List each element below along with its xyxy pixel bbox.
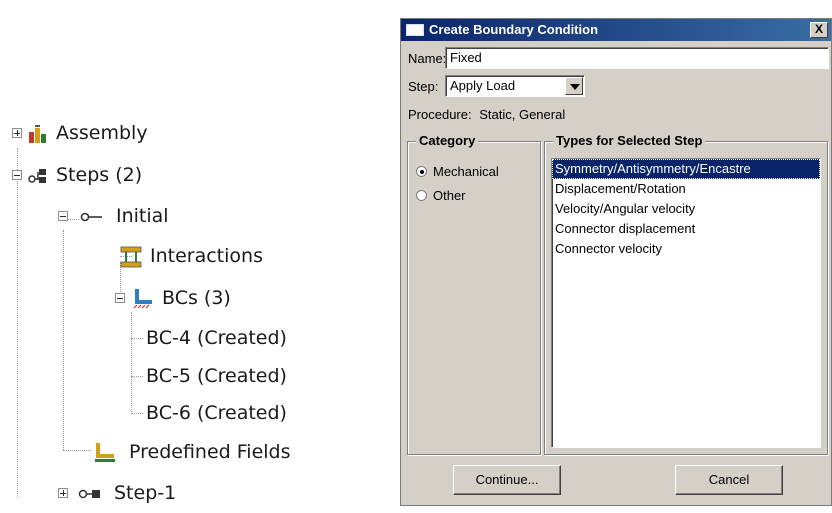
tree-line — [67, 219, 79, 220]
radio-label: Mechanical — [433, 164, 499, 179]
tree-node-step-1[interactable]: Step-1 — [78, 478, 176, 508]
expand-step1-button[interactable] — [58, 488, 68, 498]
step-icon — [78, 483, 102, 503]
tree-label: BC-5 (Created) — [146, 365, 287, 387]
dropdown-arrow-icon[interactable] — [565, 77, 583, 95]
types-title: Types for Selected Step — [553, 133, 706, 149]
tree-node-interactions[interactable]: Interactions — [120, 241, 263, 271]
tree-label: Predefined Fields — [129, 441, 291, 463]
list-item[interactable]: Symmetry/Antisymmetry/Encastre — [552, 159, 820, 179]
tree-node-bc[interactable]: BC-6 (Created) — [146, 398, 287, 428]
tree-line — [63, 230, 64, 450]
tree-label: Initial — [116, 205, 169, 227]
tree-line — [131, 338, 143, 339]
list-item[interactable]: Connector displacement — [552, 219, 820, 239]
tree-line — [131, 376, 143, 377]
types-listbox[interactable]: Symmetry/Antisymmetry/Encastre Displacem… — [551, 158, 821, 448]
tree-label: BC-4 (Created) — [146, 327, 287, 349]
tree-label: Interactions — [150, 245, 263, 267]
radio-label: Other — [433, 188, 466, 203]
predefined-fields-icon — [93, 442, 117, 462]
initial-step-icon — [80, 206, 104, 226]
category-group: Category Mechanical Other — [407, 133, 541, 455]
list-item[interactable]: Connector velocity — [552, 239, 820, 259]
radio-unselected-icon — [416, 190, 427, 201]
cancel-button[interactable]: Cancel — [675, 465, 783, 495]
procedure-value: Static, General — [479, 107, 566, 122]
tree-node-predefined-fields[interactable]: Predefined Fields — [93, 437, 291, 467]
tree-line — [131, 413, 143, 414]
collapse-bcs-button[interactable] — [115, 293, 125, 303]
create-boundary-condition-dialog: Create Boundary Condition X Name: Fixed … — [400, 18, 832, 506]
steps-icon — [28, 165, 48, 185]
tree-node-bc[interactable]: BC-5 (Created) — [146, 361, 287, 391]
model-tree: Assembly Steps (2) Initial Interactions … — [0, 0, 395, 506]
procedure-label: Procedure: Static, General — [408, 107, 566, 122]
name-input[interactable]: Fixed — [445, 47, 829, 69]
name-label: Name: — [408, 51, 447, 66]
category-other-radio[interactable]: Other — [416, 188, 466, 203]
tree-node-initial[interactable]: Initial — [80, 201, 169, 231]
types-group: Types for Selected Step Symmetry/Antisym… — [544, 133, 828, 455]
tree-label: Assembly — [56, 122, 148, 144]
category-title: Category — [416, 133, 479, 149]
tree-node-bcs[interactable]: BCs (3) — [132, 283, 231, 313]
tree-label: BC-6 (Created) — [146, 402, 287, 424]
tree-line — [17, 148, 18, 498]
collapse-steps-button[interactable] — [12, 170, 22, 180]
interactions-icon — [120, 246, 142, 268]
boundary-conditions-icon — [132, 288, 152, 309]
step-label: Step: — [408, 79, 439, 94]
dialog-titlebar[interactable]: Create Boundary Condition X — [401, 19, 831, 41]
radio-selected-icon — [416, 166, 427, 177]
tree-line — [131, 312, 132, 412]
tree-node-steps[interactable]: Steps (2) — [28, 160, 142, 190]
assembly-icon — [28, 123, 48, 143]
tree-label: Steps (2) — [56, 164, 143, 186]
tree-label: BCs (3) — [162, 287, 231, 309]
window-icon — [406, 24, 424, 36]
expand-assembly-button[interactable] — [12, 128, 22, 138]
step-select[interactable]: Apply Load — [445, 75, 585, 97]
tree-label: Step-1 — [114, 482, 177, 504]
list-item[interactable]: Velocity/Angular velocity — [552, 199, 820, 219]
step-select-value: Apply Load — [450, 78, 516, 93]
close-button[interactable]: X — [810, 22, 828, 38]
dialog-title: Create Boundary Condition — [429, 22, 599, 37]
list-item[interactable]: Displacement/Rotation — [552, 179, 820, 199]
tree-line — [63, 450, 91, 451]
category-mechanical-radio[interactable]: Mechanical — [416, 164, 499, 179]
tree-node-bc[interactable]: BC-4 (Created) — [146, 323, 287, 353]
tree-node-assembly[interactable]: Assembly — [28, 118, 148, 148]
collapse-initial-button[interactable] — [58, 211, 68, 221]
continue-button[interactable]: Continue... — [453, 465, 561, 495]
